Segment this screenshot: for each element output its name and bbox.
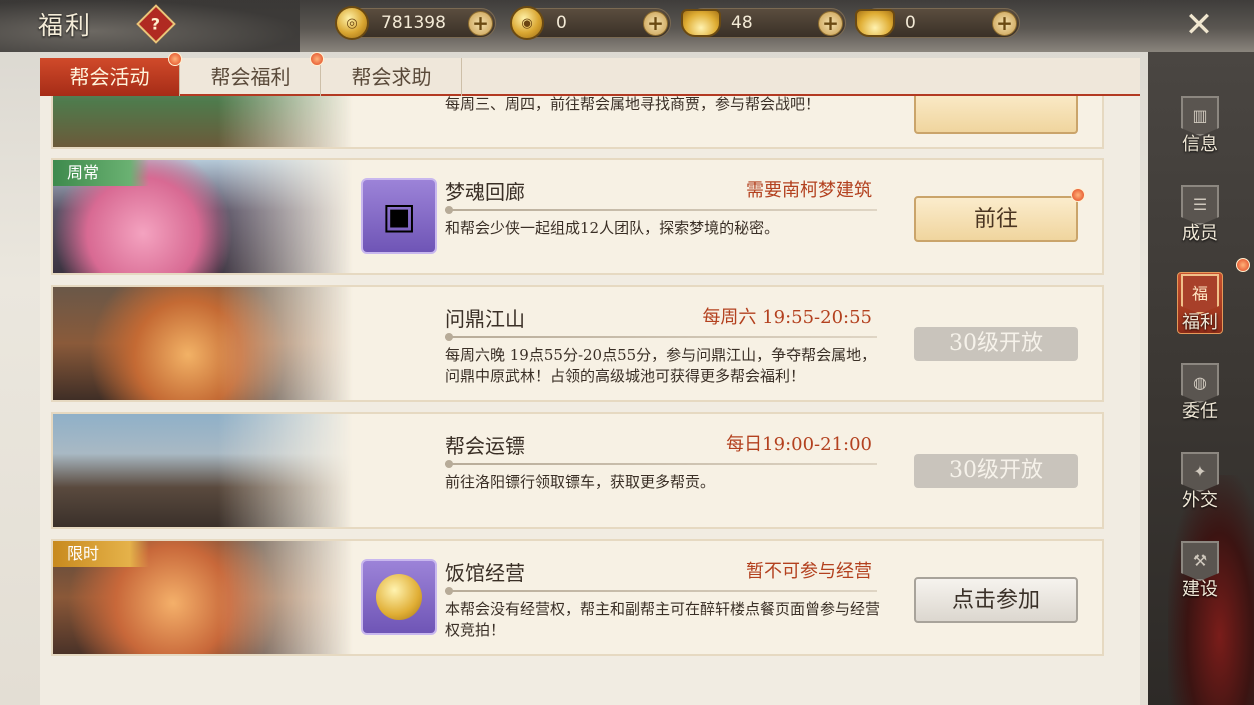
notification-dot-icon: [168, 52, 182, 66]
gold-coin-icon: ◉: [510, 6, 544, 40]
gold-ingot-icon: [681, 9, 721, 37]
notification-dot-icon: [1236, 258, 1250, 272]
info-icon: ▥: [1181, 96, 1219, 136]
notification-dot-icon: [310, 52, 324, 66]
activity-description: 本帮会没有经营权，帮主和副帮主可在醉轩楼点餐页面曾参与经营权竞拍！: [445, 600, 881, 639]
help-symbol: ?: [151, 14, 161, 34]
divider: [445, 206, 877, 214]
gold-medal-icon: [361, 559, 437, 635]
weekly-ribbon: 周常: [53, 160, 149, 186]
activity-button[interactable]: [914, 96, 1078, 134]
activity-list[interactable]: 每周三、周四，前往帮会属地寻找商贾，参与帮会战吧！ 周常 ▣ 梦魂回廊 需要南柯…: [51, 96, 1104, 705]
sidebar-item-members[interactable]: ☰ 成员: [1170, 185, 1230, 255]
notification-dot-icon: [1071, 188, 1085, 202]
activity-row: 每周三、周四，前往帮会属地寻找商贾，参与帮会战吧！: [51, 96, 1104, 149]
locked-button: 30级开放: [914, 454, 1078, 488]
activity-image: [53, 96, 353, 147]
activity-requirement: 需要南柯梦建筑: [746, 180, 872, 201]
add-silver-ingot-button[interactable]: +: [992, 11, 1017, 36]
tab-guild-welfare[interactable]: 帮会福利: [181, 58, 321, 96]
main-panel: 帮会活动 帮会福利 帮会求助 每周三、周四，前往帮会属地寻找商贾，参与帮会战吧！…: [40, 52, 1140, 705]
sidebar-item-diplomacy[interactable]: ✦ 外交: [1170, 452, 1230, 522]
sidebar-item-info[interactable]: ▥ 信息: [1170, 96, 1230, 166]
activity-row: 周常 ▣ 梦魂回廊 需要南柯梦建筑 和帮会少侠一起组成12人团队，探索梦境的秘密…: [51, 158, 1104, 275]
add-copper-button[interactable]: +: [468, 11, 493, 36]
add-gold-coin-button[interactable]: +: [643, 11, 668, 36]
locked-button: 30级开放: [914, 327, 1078, 361]
activity-row: 限时 饭馆经营 暂不可参与经营 本帮会没有经营权，帮主和副帮主可在醉轩楼点餐页面…: [51, 539, 1104, 656]
activity-image: [53, 414, 353, 527]
activity-row: 问鼎江山 每周六 19:55-20:55 每周六晚 19点55分-20点55分，…: [51, 285, 1104, 402]
activity-description: 和帮会少侠一起组成12人团队，探索梦境的秘密。: [445, 219, 780, 237]
currency-silver-ingot: 0 +: [855, 8, 1020, 38]
build-icon: ⚒: [1181, 541, 1219, 581]
close-icon[interactable]: ✕: [1176, 2, 1222, 48]
appoint-icon: ◍: [1181, 363, 1219, 403]
activity-name: 饭馆经营: [445, 561, 525, 585]
silver-ingot-icon: [855, 9, 895, 37]
currency-copper: ◎ 781398 +: [335, 6, 496, 40]
activity-requirement: 暂不可参与经营: [746, 561, 872, 582]
page-title: 福利: [38, 11, 93, 40]
activity-row: 帮会运镖 每日19:00-21:00 前往洛阳镖行领取镖车，获取更多帮贡。 30…: [51, 412, 1104, 529]
copper-coin-icon: ◎: [335, 6, 369, 40]
currency-value: 781398: [381, 13, 446, 33]
tab-guild-activities[interactable]: 帮会活动: [40, 58, 180, 96]
treasure-chest-icon: ▣: [361, 178, 437, 254]
activity-description: 每周六晚 19点55分-20点55分，参与问鼎江山，争夺帮会属地，问鼎中原武林！…: [445, 346, 877, 385]
activity-image: [53, 287, 353, 400]
activity-schedule: 每周六 19:55-20:55: [702, 307, 872, 328]
activity-description: 前往洛阳镖行领取镖车，获取更多帮贡。: [445, 473, 716, 491]
sidebar-item-welfare[interactable]: 福 福利: [1170, 274, 1230, 344]
join-button[interactable]: 点击参加: [914, 577, 1078, 623]
activity-name: 帮会运镖: [445, 434, 525, 458]
sidebar-item-build[interactable]: ⚒ 建设: [1170, 541, 1230, 611]
divider: [445, 333, 877, 341]
go-button[interactable]: 前往: [914, 196, 1078, 242]
tab-guild-help[interactable]: 帮会求助: [322, 58, 462, 96]
sidebar-item-appoint[interactable]: ◍ 委任: [1170, 363, 1230, 433]
currency-value: 48: [731, 13, 753, 33]
limited-ribbon: 限时: [53, 541, 149, 567]
activity-schedule: 每日19:00-21:00: [726, 434, 872, 455]
activity-name: 问鼎江山: [445, 307, 525, 331]
currency-value: 0: [905, 13, 916, 33]
diplomacy-icon: ✦: [1181, 452, 1219, 492]
currency-gold-ingot: 48 +: [681, 8, 846, 38]
currency-gold-coin: ◉ 0 +: [510, 6, 671, 40]
activity-description: 每周三、周四，前往帮会属地寻找商贾，参与帮会战吧！: [445, 96, 821, 113]
tab-bar: 帮会活动 帮会福利 帮会求助: [40, 52, 1140, 96]
top-bar: 福利 ? ◎ 781398 + ◉ 0 + 48 + 0 + ✕: [0, 0, 1254, 52]
welfare-icon: 福: [1181, 274, 1219, 314]
add-gold-ingot-button[interactable]: +: [818, 11, 843, 36]
members-icon: ☰: [1181, 185, 1219, 225]
currency-value: 0: [556, 13, 567, 33]
divider: [445, 460, 877, 468]
activity-name: 梦魂回廊: [445, 180, 525, 204]
divider: [445, 587, 877, 595]
